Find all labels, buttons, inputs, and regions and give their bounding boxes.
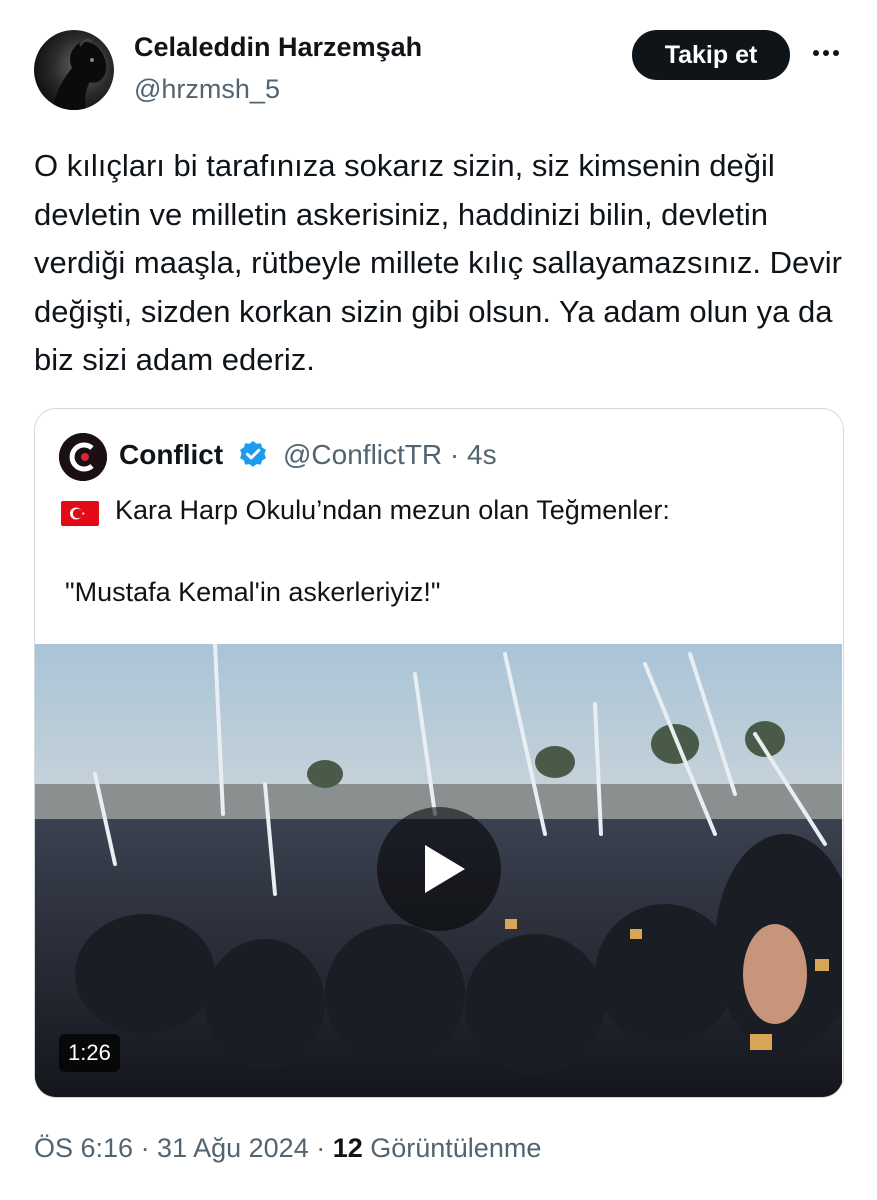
video-player[interactable]: 1:26 (35, 644, 842, 1097)
quoted-author-name[interactable]: Conflict (119, 439, 223, 471)
play-icon (425, 845, 465, 893)
play-button[interactable] (377, 807, 501, 931)
horse-avatar-icon (52, 38, 107, 110)
quoted-text-line1: Kara Harp Okulu’ndan mezun olan Teğmenle… (115, 495, 670, 525)
conflict-logo-icon (59, 433, 107, 481)
more-horizontal-icon[interactable] (808, 38, 844, 68)
author-handle[interactable]: @hrzmsh_5 (134, 74, 280, 105)
tweet-header: Celaleddin Harzemşah @hrzmsh_5 Takip et (34, 30, 844, 112)
quoted-handle-time[interactable]: @ConflictTR · 4s (283, 439, 497, 471)
verified-badge-icon (240, 441, 266, 467)
quoted-tweet[interactable]: Conflict @ConflictTR · 4s Kara Harp Okul… (34, 408, 844, 1098)
timestamp[interactable]: ÖS 6:16 · 31 Ağu 2024 · (34, 1133, 333, 1163)
quoted-text-line2: "Mustafa Kemal'in askerleriyiz!" (65, 577, 441, 607)
views-count: 12 (332, 1133, 363, 1163)
tweet-meta: ÖS 6:16 · 31 Ağu 2024 · 12 Görüntülenme (34, 1133, 541, 1164)
video-duration: 1:26 (59, 1034, 120, 1072)
tweet-text: O kılıçları bi tarafınıza sokarız sizin,… (34, 148, 842, 377)
turkey-flag-icon (61, 501, 99, 526)
views-label: Görüntülenme (362, 1133, 542, 1163)
author-name[interactable]: Celaleddin Harzemşah (134, 32, 422, 63)
follow-button[interactable]: Takip et (632, 30, 790, 80)
author-avatar[interactable] (34, 30, 114, 110)
conflict-avatar[interactable] (59, 433, 107, 481)
